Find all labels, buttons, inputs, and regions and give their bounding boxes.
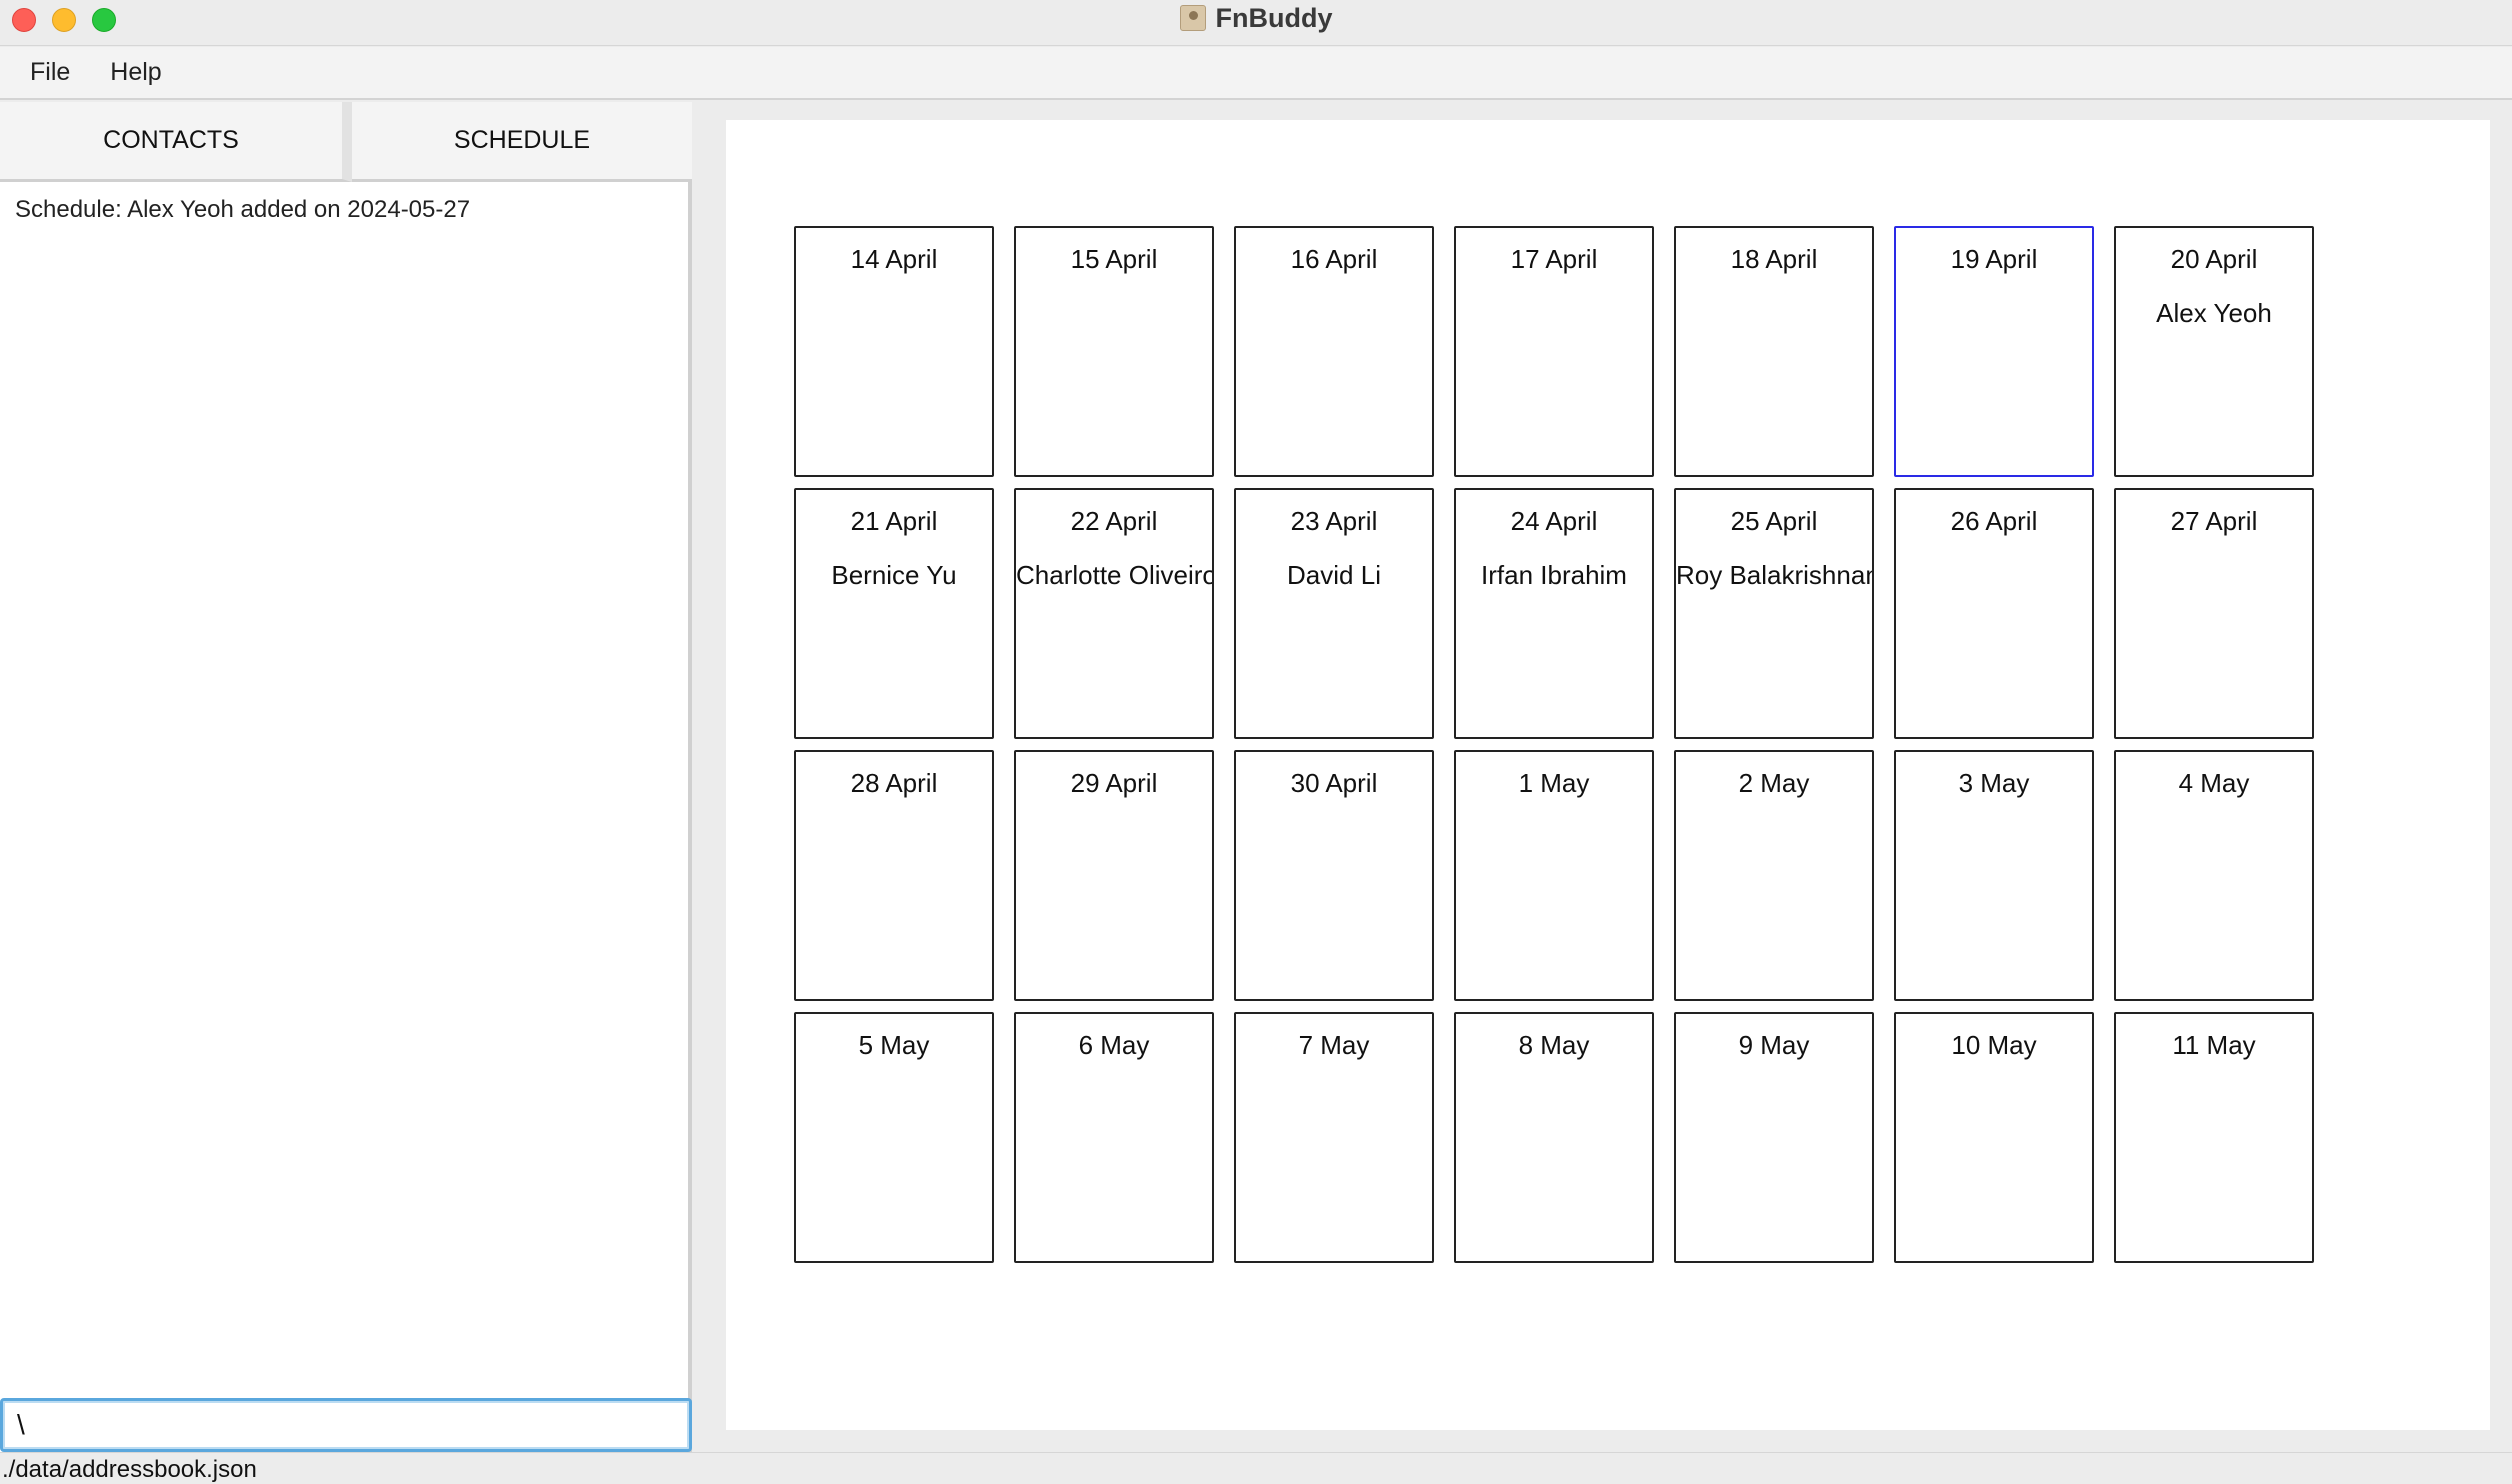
day-date-label: 4 May xyxy=(2178,768,2250,798)
app-icon xyxy=(1179,5,1206,31)
day-date-label: 28 April xyxy=(850,768,938,798)
day-date-label: 7 May xyxy=(1298,1030,1370,1060)
day-event[interactable]: Irfan Ibrahim xyxy=(1456,560,1652,591)
day-date-label: 22 April xyxy=(1070,506,1158,536)
calendar-day-cell[interactable]: 23 April David Li xyxy=(1234,488,1434,739)
calendar-day-cell[interactable]: 24 April Irfan Ibrahim xyxy=(1454,488,1654,739)
calendar-day-cell[interactable]: 14 April xyxy=(794,226,994,477)
calendar-day-cell[interactable]: 27 April xyxy=(2114,488,2314,739)
tab-contacts[interactable]: CONTACTS xyxy=(0,102,352,182)
calendar-day-cell[interactable]: 15 April xyxy=(1014,226,1214,477)
left-panel: CONTACTS SCHEDULE Schedule: Alex Yeoh ad… xyxy=(0,102,692,1452)
command-box[interactable] xyxy=(0,1398,692,1452)
day-date-label: 3 May xyxy=(1958,768,2030,798)
day-date-label: 23 April xyxy=(1290,506,1378,536)
menu-bar: File Help xyxy=(0,47,2512,100)
day-date-label: 29 April xyxy=(1070,768,1158,798)
day-event[interactable]: Roy Balakrishnan xyxy=(1676,560,1872,591)
command-input[interactable] xyxy=(3,1401,689,1449)
day-date-label: 11 May xyxy=(2172,1030,2256,1060)
calendar-day-cell[interactable]: 5 May xyxy=(794,1012,994,1263)
calendar-day-cell[interactable]: 19 April xyxy=(1894,226,2094,477)
day-date-label: 30 April xyxy=(1290,768,1378,798)
day-date-label: 25 April xyxy=(1730,506,1818,536)
day-event[interactable]: David Li xyxy=(1236,560,1432,591)
title-bar: FnBuddy xyxy=(0,0,2512,46)
calendar-day-cell[interactable]: 26 April xyxy=(1894,488,2094,739)
calendar-day-cell[interactable]: 17 April xyxy=(1454,226,1654,477)
menu-file[interactable]: File xyxy=(30,58,70,87)
day-date-label: 14 April xyxy=(850,244,938,274)
calendar-day-cell[interactable]: 16 April xyxy=(1234,226,1434,477)
day-date-label: 26 April xyxy=(1950,506,2038,536)
menu-help[interactable]: Help xyxy=(110,58,161,87)
day-date-label: 20 April xyxy=(2170,244,2258,274)
calendar-day-cell[interactable]: 18 April xyxy=(1674,226,1874,477)
day-date-label: 16 April xyxy=(1290,244,1378,274)
window-title: FnBuddy xyxy=(1215,2,1333,33)
day-date-label: 8 May xyxy=(1518,1030,1590,1060)
right-panel: SUNMONTUEWEDTHUFRISAT14 April15 April16 … xyxy=(706,102,2512,1452)
day-date-label: 9 May xyxy=(1738,1030,1810,1060)
window-title-group: FnBuddy xyxy=(0,0,2512,36)
calendar-day-cell[interactable]: 25 April Roy Balakrishnan xyxy=(1674,488,1874,739)
day-date-label: 5 May xyxy=(858,1030,930,1060)
day-date-label: 24 April xyxy=(1510,506,1598,536)
calendar-view: SUNMONTUEWEDTHUFRISAT14 April15 April16 … xyxy=(726,120,2490,1430)
status-bar: ./data/addressbook.json xyxy=(0,1452,2512,1484)
day-date-label: 17 April xyxy=(1510,244,1598,274)
result-message: Schedule: Alex Yeoh added on 2024-05-27 xyxy=(15,196,471,223)
calendar-day-cell[interactable]: 11 May xyxy=(2114,1012,2314,1263)
day-date-label: 1 May xyxy=(1518,768,1590,798)
calendar-day-cell[interactable]: 7 May xyxy=(1234,1012,1434,1263)
day-event[interactable]: Alex Yeoh xyxy=(2116,298,2312,329)
calendar-day-cell[interactable]: 29 April xyxy=(1014,750,1214,1001)
calendar-day-cell[interactable]: 10 May xyxy=(1894,1012,2094,1263)
tab-schedule[interactable]: SCHEDULE xyxy=(352,102,692,182)
day-date-label: 6 May xyxy=(1078,1030,1150,1060)
calendar-day-cell[interactable]: 20 April Alex Yeoh xyxy=(2114,226,2314,477)
calendar-day-cell[interactable]: 9 May xyxy=(1674,1012,1874,1263)
day-date-label: 27 April xyxy=(2170,506,2258,536)
calendar-day-cell[interactable]: 1 May xyxy=(1454,750,1654,1001)
day-event[interactable]: Charlotte Oliveiro xyxy=(1016,560,1212,591)
tab-bar: CONTACTS SCHEDULE xyxy=(0,102,692,182)
day-date-label: 10 May xyxy=(1951,1030,2037,1060)
status-bar-path: ./data/addressbook.json xyxy=(2,1456,257,1483)
calendar-day-cell[interactable]: 8 May xyxy=(1454,1012,1654,1263)
calendar-day-cell[interactable]: 3 May xyxy=(1894,750,2094,1001)
calendar-day-cell[interactable]: 4 May xyxy=(2114,750,2314,1001)
calendar-day-cell[interactable]: 28 April xyxy=(794,750,994,1001)
calendar-day-cell[interactable]: 2 May xyxy=(1674,750,1874,1001)
calendar-day-cell[interactable]: 6 May xyxy=(1014,1012,1214,1263)
app-window: FnBuddy File Help CONTACTS SCHEDULE Sche… xyxy=(0,0,2512,1484)
day-date-label: 21 April xyxy=(850,506,938,536)
day-date-label: 15 April xyxy=(1070,244,1158,274)
calendar-day-cell[interactable]: 30 April xyxy=(1234,750,1434,1001)
day-date-label: 2 May xyxy=(1738,768,1810,798)
day-date-label: 18 April xyxy=(1730,244,1818,274)
day-event[interactable]: Bernice Yu xyxy=(796,560,992,591)
calendar-day-cell[interactable]: 22 April Charlotte Oliveiro xyxy=(1014,488,1214,739)
calendar-day-cell[interactable]: 21 April Bernice Yu xyxy=(794,488,994,739)
day-date-label: 19 April xyxy=(1950,244,2038,274)
